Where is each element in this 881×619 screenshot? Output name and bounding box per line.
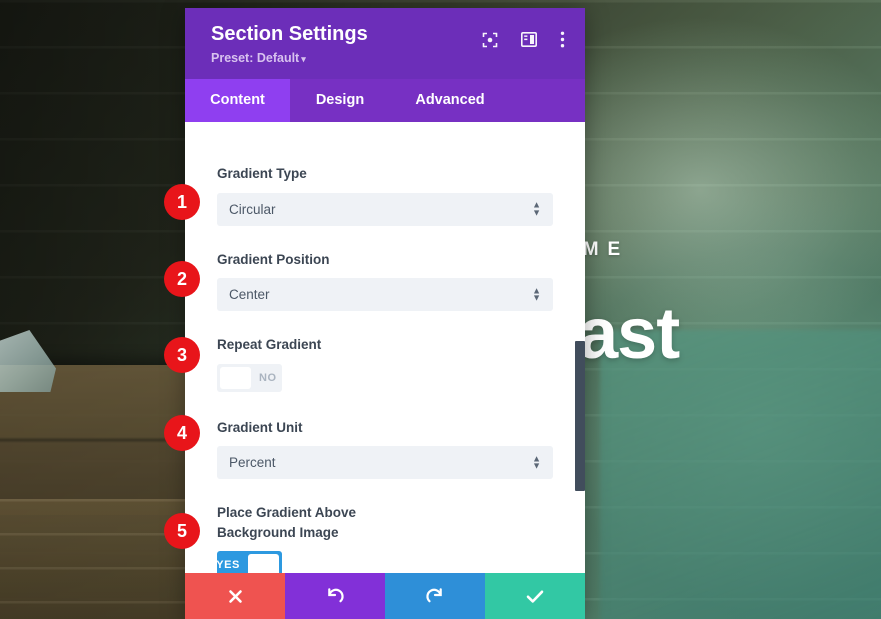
repeat-gradient-toggle-value: NO [259, 371, 277, 384]
field-gradient-position: Gradient Position Center ▲ ▼ [217, 250, 553, 312]
screen: FROM HOME Breakfast Section Settings Pre… [0, 0, 881, 619]
tab-design[interactable]: Design [290, 79, 390, 122]
step-badge-5: 5 [164, 513, 200, 549]
toggle-knob [248, 554, 279, 573]
place-gradient-toggle-value: YES [216, 559, 240, 572]
tab-advanced[interactable]: Advanced [390, 79, 510, 122]
place-gradient-toggle[interactable]: YES [216, 551, 282, 573]
focus-target-icon[interactable] [482, 32, 498, 48]
step-badge-2: 2 [164, 261, 200, 297]
repeat-gradient-toggle[interactable]: NO [217, 363, 282, 392]
tab-bar: Content Design Advanced [185, 79, 585, 122]
layout-panel-icon[interactable] [521, 32, 537, 47]
vertical-scrollbar-thumb[interactable] [575, 341, 585, 491]
select-spinner-icon: ▲ ▼ [532, 199, 541, 218]
toggle-knob [220, 366, 251, 389]
field-repeat-gradient: Repeat Gradient NO [217, 335, 553, 394]
header-icon-group [482, 31, 565, 48]
chevron-down-icon: ▾ [301, 54, 306, 64]
gradient-unit-label: Gradient Unit [217, 419, 303, 435]
lamp-shade-region [0, 330, 56, 392]
field-gradient-unit: Gradient Unit Percent ▲ ▼ [217, 418, 553, 480]
cancel-button[interactable] [185, 573, 285, 619]
place-gradient-label: Place Gradient Above Background Image [217, 505, 357, 540]
field-gradient-type: Gradient Type Circular ▲ ▼ [217, 164, 553, 226]
undo-button[interactable] [285, 573, 385, 619]
gradient-unit-value: Percent [229, 455, 276, 471]
select-spinner-icon: ▲ ▼ [532, 284, 541, 303]
step-badge-4: 4 [164, 415, 200, 451]
gradient-position-select[interactable]: Center ▲ ▼ [217, 278, 553, 312]
step-badge-3: 3 [164, 337, 200, 373]
step-badge-1: 1 [164, 184, 200, 220]
redo-button[interactable] [385, 573, 485, 619]
tab-content[interactable]: Content [185, 79, 290, 122]
more-options-icon[interactable] [560, 31, 565, 48]
gradient-type-select[interactable]: Circular ▲ ▼ [217, 192, 553, 226]
section-settings-modal: Section Settings Preset: Default ▾ Conte… [185, 8, 585, 619]
gradient-position-value: Center [229, 287, 270, 303]
preset-label: Preset: Default [211, 51, 300, 65]
gradient-position-label: Gradient Position [217, 251, 330, 267]
gradient-type-value: Circular [229, 201, 276, 217]
modal-footer [185, 573, 585, 619]
repeat-gradient-label: Repeat Gradient [217, 337, 322, 353]
settings-form: Gradient Type Circular ▲ ▼ Gradient Posit… [185, 122, 585, 573]
modal-header: Section Settings Preset: Default ▾ [185, 8, 585, 79]
gradient-type-label: Gradient Type [217, 166, 307, 181]
gradient-unit-select[interactable]: Percent ▲ ▼ [217, 446, 553, 480]
select-spinner-icon: ▲ ▼ [532, 453, 541, 471]
field-place-gradient-above-background-image: Place Gradient Above Background Image YE… [216, 503, 553, 573]
save-button[interactable] [485, 573, 585, 619]
preset-selector[interactable]: Preset: Default ▾ [211, 51, 306, 65]
